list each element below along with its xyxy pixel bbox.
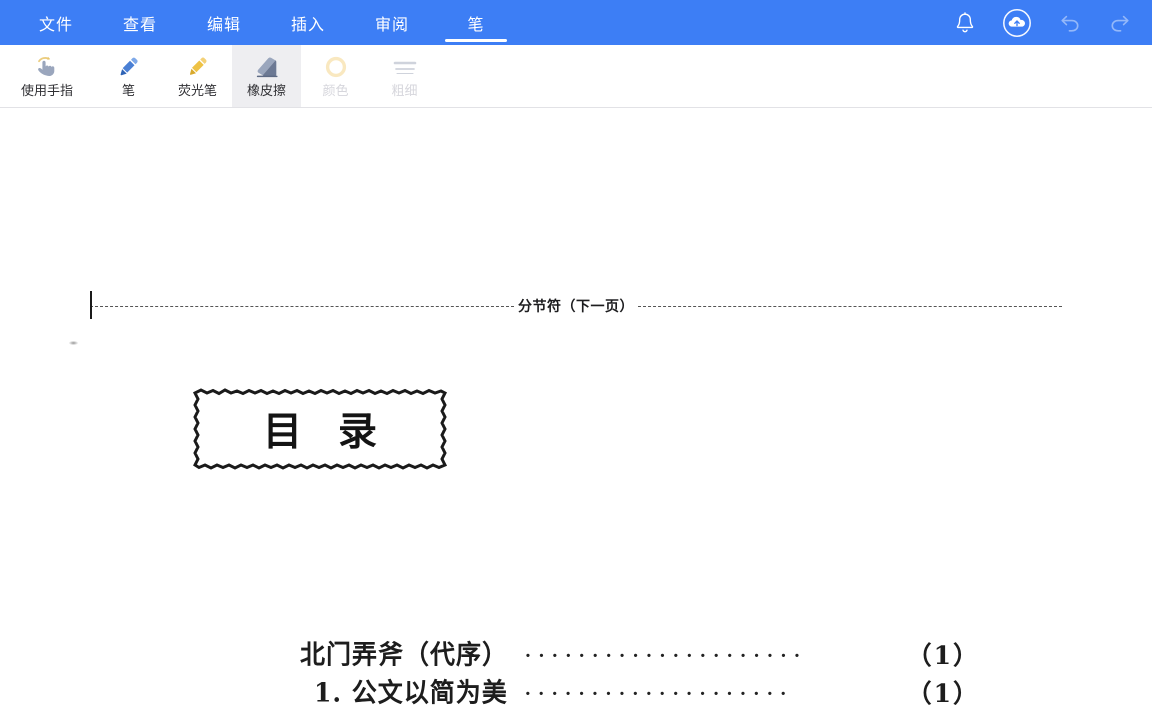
toc-entry-row: 北门弄斧（代序） ····················· （1） [300,636,980,674]
menu-tab-list: 文件 查看 编辑 插入 审阅 笔 [14,0,518,45]
color-ring-icon [324,55,348,79]
cloud-upload-icon[interactable] [1000,6,1034,40]
tab-view-label: 查看 [122,16,157,34]
tool-highlighter-label: 荧光笔 [177,83,217,98]
tab-review-label: 审阅 [374,16,409,34]
document-canvas[interactable]: 分节符（下一页） 目录 北门弄斧（代序） ···················… [0,108,1152,720]
thickness-lines-icon [392,55,418,79]
tab-pen[interactable]: 笔 [434,0,518,45]
toc-leader-dots: ···················· [523,679,793,704]
toc-leader-dots: ····················· [524,641,807,666]
menu-bar-actions [948,0,1152,45]
tab-active-underline [445,39,507,42]
tool-color-label: 颜色 [322,83,349,98]
document-editor-app: 文件 查看 编辑 插入 审阅 笔 使用手指 笔 荧光笔 橡皮擦 颜色 粗细 分节… [0,0,1152,720]
toc-entry-page: （1） [906,641,980,670]
tab-file[interactable]: 文件 [14,0,98,45]
section-break-label: 分节符（下一页） [518,298,634,314]
toc-entry-row: 1. 公文以简为美 ···················· （1） [300,674,980,712]
toc-entry-list: 北门弄斧（代序） ····················· （1） 1. 公文… [300,636,980,712]
finger-touch-icon [32,55,62,79]
undo-icon[interactable] [1052,6,1086,40]
tab-insert[interactable]: 插入 [266,0,350,45]
eraser-icon [253,55,281,79]
pen-icon [117,55,141,79]
toc-entry-page: （1） [906,679,980,708]
tool-eraser-label: 橡皮擦 [246,83,286,98]
tab-pen-label: 笔 [467,16,485,34]
tab-edit-label: 编辑 [206,16,241,34]
tab-insert-label: 插入 [290,16,325,34]
section-break-line-right [638,306,1062,307]
toc-entry-title: 北门弄斧（代序） [300,639,509,670]
pen-toolbar: 使用手指 笔 荧光笔 橡皮擦 颜色 粗细 [0,45,1152,108]
tool-pen-label: 笔 [121,83,135,98]
tool-thickness[interactable]: 粗细 [370,45,439,107]
toc-title-text: 目录 [262,409,413,455]
scan-smudge-artifact [69,341,78,345]
highlighter-icon [186,55,210,79]
menu-bar: 文件 查看 编辑 插入 审阅 笔 [0,0,1152,45]
toc-title-box: 目录 [191,387,449,471]
tab-review[interactable]: 审阅 [350,0,434,45]
tool-finger-touch-label: 使用手指 [20,83,73,98]
tool-eraser[interactable]: 橡皮擦 [232,45,301,107]
bell-icon[interactable] [948,6,982,40]
tab-file-label: 文件 [38,16,73,34]
tool-color[interactable]: 颜色 [301,45,370,107]
text-cursor [90,291,92,319]
tool-finger-touch[interactable]: 使用手指 [0,45,94,107]
tab-view[interactable]: 查看 [98,0,182,45]
redo-icon[interactable] [1104,6,1138,40]
tool-pen[interactable]: 笔 [94,45,163,107]
tool-thickness-label: 粗细 [391,83,418,98]
section-break: 分节符（下一页） [90,291,1062,319]
tab-edit[interactable]: 编辑 [182,0,266,45]
section-break-line-left [90,306,514,307]
toc-entry-title: 1. 公文以简为美 [314,677,508,708]
tool-highlighter[interactable]: 荧光笔 [163,45,232,107]
